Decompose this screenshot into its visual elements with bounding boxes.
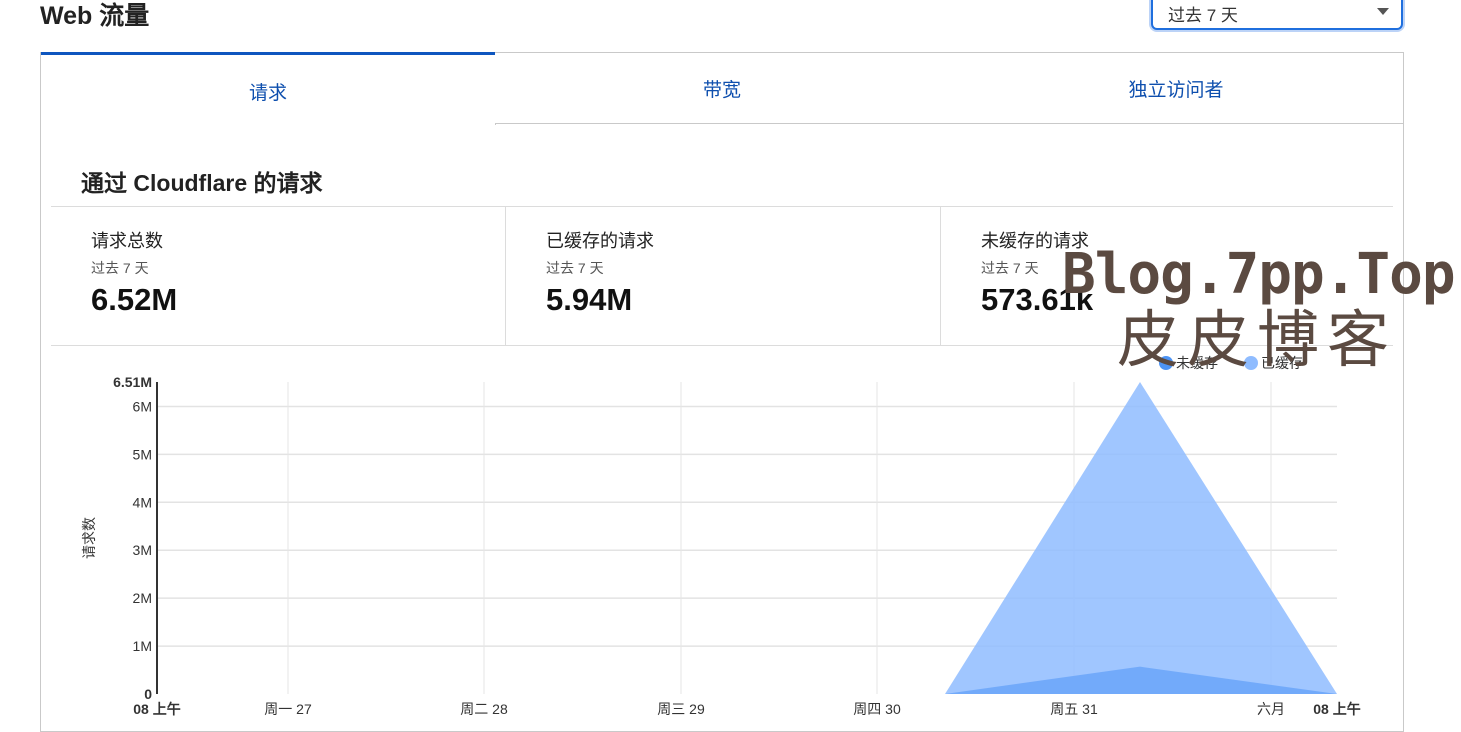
y-tick-label: 4M [133, 494, 152, 510]
x-tick-label: 周二 28 [460, 701, 508, 717]
requests-chart: 0 1M 2M 3M 4M 5M 6M 6.51M 08 上午 周一 27 周二 28 周三 29 周四… [81, 355, 1361, 717]
y-tick-label: 6M [133, 398, 152, 414]
x-tick-label: 周五 31 [1050, 701, 1098, 717]
legend-label: 已缓存 [1261, 355, 1303, 371]
area-series-cached [945, 382, 1337, 694]
x-tick-label: 周一 27 [264, 701, 312, 717]
y-tick-label: 3M [133, 542, 152, 558]
y-tick-label: 0 [144, 686, 152, 702]
x-tick-label: 六月 [1257, 701, 1285, 717]
y-tick-label: 6.51M [113, 374, 152, 390]
x-tick-label: 08 上午 [133, 701, 180, 717]
x-tick-label: 08 上午 [1313, 701, 1360, 717]
x-tick-label: 周四 30 [853, 701, 901, 717]
y-tick-label: 5M [133, 446, 152, 462]
legend-label: 未缓存 [1176, 355, 1218, 371]
x-tick-label: 周三 29 [657, 701, 705, 717]
y-tick-label: 2M [133, 590, 152, 606]
legend-swatch [1159, 356, 1173, 370]
y-tick-label: 1M [133, 638, 152, 654]
legend-swatch [1244, 356, 1258, 370]
y-axis-title: 请求数 [81, 517, 97, 559]
